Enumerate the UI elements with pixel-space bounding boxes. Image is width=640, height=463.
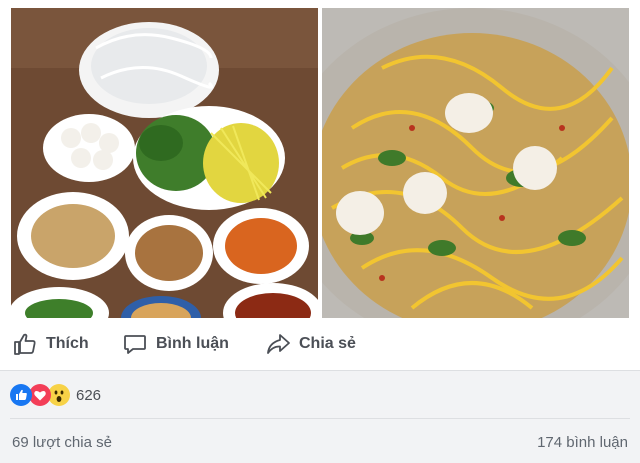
- comment-icon: [124, 335, 146, 354]
- like-label: Thích: [46, 335, 89, 352]
- mixed-salad-photo[interactable]: [322, 8, 629, 318]
- like-icon: [10, 384, 32, 406]
- wow-icon: [48, 384, 70, 406]
- share-label: Chia sẻ: [299, 335, 356, 352]
- post-photos: [0, 0, 640, 318]
- comment-label: Bình luận: [156, 335, 229, 352]
- footer-divider: [10, 418, 630, 419]
- share-button[interactable]: Chia sẻ: [265, 328, 356, 360]
- share-count[interactable]: 69 lượt chia sẻ: [12, 434, 112, 451]
- reaction-count: 626: [76, 386, 102, 404]
- comment-button[interactable]: Bình luận: [122, 328, 229, 360]
- comment-count[interactable]: 174 bình luận: [537, 434, 628, 451]
- love-icon: [29, 384, 51, 406]
- ingredients-photo[interactable]: [11, 8, 318, 318]
- like-button[interactable]: Thích: [12, 328, 89, 360]
- thumbs-up-icon: [14, 333, 36, 355]
- reactions-summary[interactable]: 626: [10, 382, 101, 408]
- share-arrow-icon: [267, 334, 290, 354]
- post-actions: Thích Bình luận Chia sẻ: [0, 326, 640, 362]
